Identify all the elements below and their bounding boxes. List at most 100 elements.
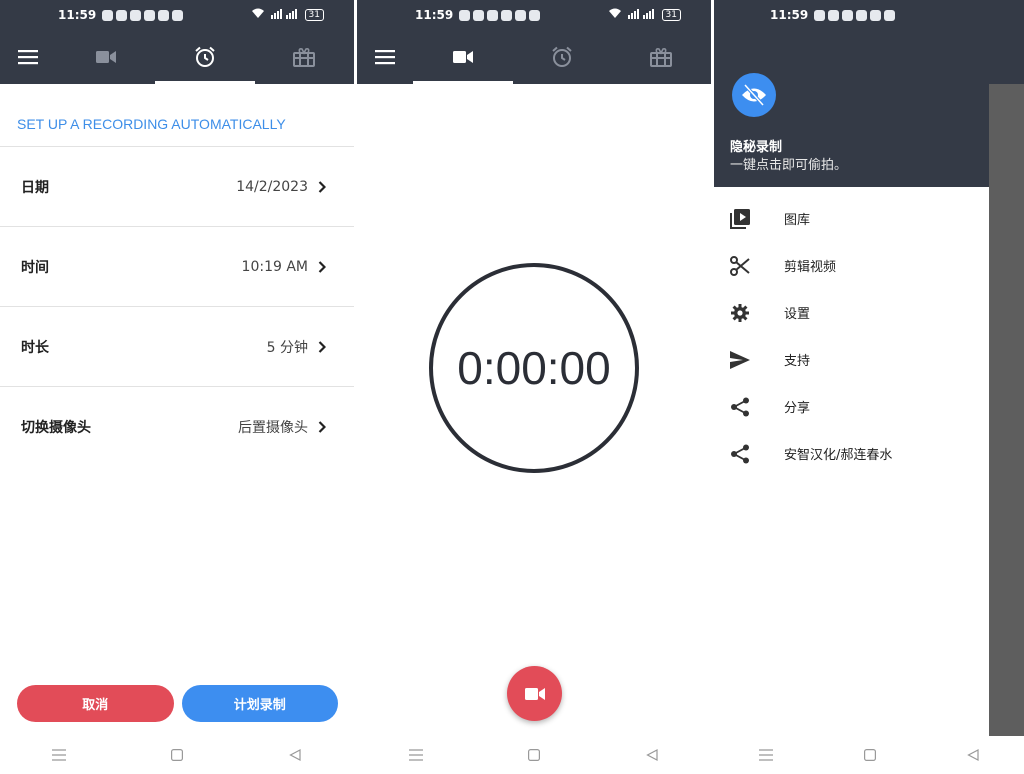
signal-icon [627, 8, 656, 22]
home-button[interactable] [504, 743, 564, 767]
status-bar-background [989, 0, 1024, 30]
chevron-right-icon [318, 340, 328, 354]
menu-item-label: 支持 [784, 354, 811, 369]
drawer-header: 隐秘录制 一键点击即可偷拍。 [714, 30, 989, 187]
time-row[interactable]: 时间 10:19 AM [0, 226, 354, 306]
eye-off-icon [742, 84, 766, 106]
status-bar: 11:59 [714, 0, 989, 30]
row-label: 切换摄像头 [21, 419, 91, 436]
video-camera-icon [96, 51, 116, 63]
menu-button[interactable] [357, 30, 413, 84]
triangle-back-icon [966, 748, 979, 761]
section-title: SET UP A RECORDING AUTOMATICALLY [17, 116, 286, 132]
drawer-title: 隐秘录制 [730, 140, 783, 155]
drawer-screen: 11:59 隐秘录制 一键点击即可偷拍。 图库 剪辑视频 设置 支持 分享 安智… [714, 0, 1024, 774]
back-button[interactable] [265, 743, 325, 767]
app-logo [732, 73, 776, 117]
system-nav-bar [714, 736, 1024, 774]
top-toolbar [0, 30, 354, 84]
battery-indicator: 31 [304, 9, 324, 21]
drawer-scrim[interactable] [989, 84, 1024, 737]
share-icon [714, 397, 768, 417]
wifi-icon [251, 8, 265, 22]
top-toolbar [357, 30, 711, 84]
gift-icon [650, 48, 672, 67]
record-button[interactable] [507, 666, 562, 721]
schedule-settings-list: 日期 14/2/2023 时间 10:19 AM 时长 5 分钟 切换摄像头 后… [0, 146, 354, 466]
cancel-button[interactable]: 取消 [17, 685, 174, 722]
status-bar: 11:59 31 [357, 0, 711, 30]
menu-item-share[interactable]: 分享 [714, 383, 989, 430]
home-button[interactable] [147, 743, 207, 767]
drawer-subtitle: 一键点击即可偷拍。 [730, 158, 848, 173]
triangle-back-icon [646, 749, 658, 761]
schedule-screen: 11:59 31 SET UP A RECORDING AUTOMATICALL… [0, 0, 354, 774]
tab-record[interactable] [56, 30, 156, 84]
active-tab-indicator [155, 81, 255, 84]
video-camera-icon [453, 51, 473, 63]
menu-item-label: 图库 [784, 213, 811, 228]
row-label: 日期 [21, 179, 49, 196]
date-row[interactable]: 日期 14/2/2023 [0, 146, 354, 226]
system-nav-bar [0, 736, 354, 774]
camera-row[interactable]: 切换摄像头 后置摄像头 [0, 386, 354, 466]
chevron-right-icon [318, 180, 328, 194]
recent-apps-button[interactable] [759, 746, 774, 765]
schedule-recording-button[interactable]: 计划录制 [181, 685, 338, 722]
tab-gifts[interactable] [254, 30, 354, 84]
tab-record[interactable] [413, 30, 513, 84]
tab-gifts[interactable] [611, 30, 711, 84]
hamburger-icon [375, 50, 395, 65]
row-value: 10:19 AM [241, 258, 308, 275]
row-value: 14/2/2023 [236, 178, 308, 195]
row-label: 时间 [21, 259, 49, 276]
status-bar: 11:59 31 [0, 0, 354, 30]
square-icon [171, 749, 183, 761]
alarm-clock-icon [552, 46, 572, 67]
menu-item-label: 设置 [784, 307, 811, 322]
menu-button[interactable] [0, 30, 56, 84]
signal-icon [270, 8, 299, 22]
timer-display: 0:00:00 [429, 263, 639, 473]
menu-item-support[interactable]: 支持 [714, 336, 989, 383]
back-button[interactable] [966, 746, 979, 765]
row-value: 后置摄像头 [238, 419, 308, 436]
menu-lines-icon [759, 748, 774, 761]
drawer-menu: 图库 剪辑视频 设置 支持 分享 安智汉化/郝连春水 [714, 195, 989, 477]
share-icon [714, 444, 768, 464]
back-button[interactable] [622, 743, 682, 767]
row-label: 时长 [21, 339, 49, 356]
battery-indicator: 31 [661, 9, 681, 21]
recorder-screen: 11:59 31 0:00:00 [357, 0, 711, 774]
home-button[interactable] [863, 746, 876, 765]
menu-item-edit-video[interactable]: 剪辑视频 [714, 242, 989, 289]
gift-icon [293, 48, 315, 67]
row-value: 5 分钟 [266, 339, 308, 356]
navigation-drawer: 11:59 隐秘录制 一键点击即可偷拍。 图库 剪辑视频 设置 支持 分享 安智… [714, 0, 989, 737]
recent-apps-button[interactable] [386, 743, 446, 767]
menu-lines-icon [409, 749, 423, 761]
menu-item-gallery[interactable]: 图库 [714, 195, 989, 242]
menu-item-credits[interactable]: 安智汉化/郝连春水 [714, 430, 989, 477]
alarm-clock-icon [195, 46, 215, 67]
system-status: 31 [251, 8, 324, 22]
system-status: 31 [608, 8, 681, 22]
recent-apps-button[interactable] [29, 743, 89, 767]
notification-icons [102, 9, 184, 21]
menu-item-label: 剪辑视频 [784, 260, 837, 275]
triangle-back-icon [289, 749, 301, 761]
hamburger-icon [18, 50, 38, 65]
tab-schedule[interactable] [155, 30, 255, 84]
tab-schedule[interactable] [512, 30, 612, 84]
menu-item-settings[interactable]: 设置 [714, 289, 989, 336]
notification-icons [814, 9, 896, 21]
status-time: 11:59 [770, 8, 809, 22]
duration-row[interactable]: 时长 5 分钟 [0, 306, 354, 386]
menu-lines-icon [52, 749, 66, 761]
menu-item-label: 安智汉化/郝连春水 [784, 448, 893, 463]
chevron-right-icon [318, 420, 328, 434]
chevron-right-icon [318, 260, 328, 274]
action-buttons: 取消 计划录制 [17, 685, 338, 722]
square-icon [528, 749, 540, 761]
menu-item-label: 分享 [784, 401, 811, 416]
